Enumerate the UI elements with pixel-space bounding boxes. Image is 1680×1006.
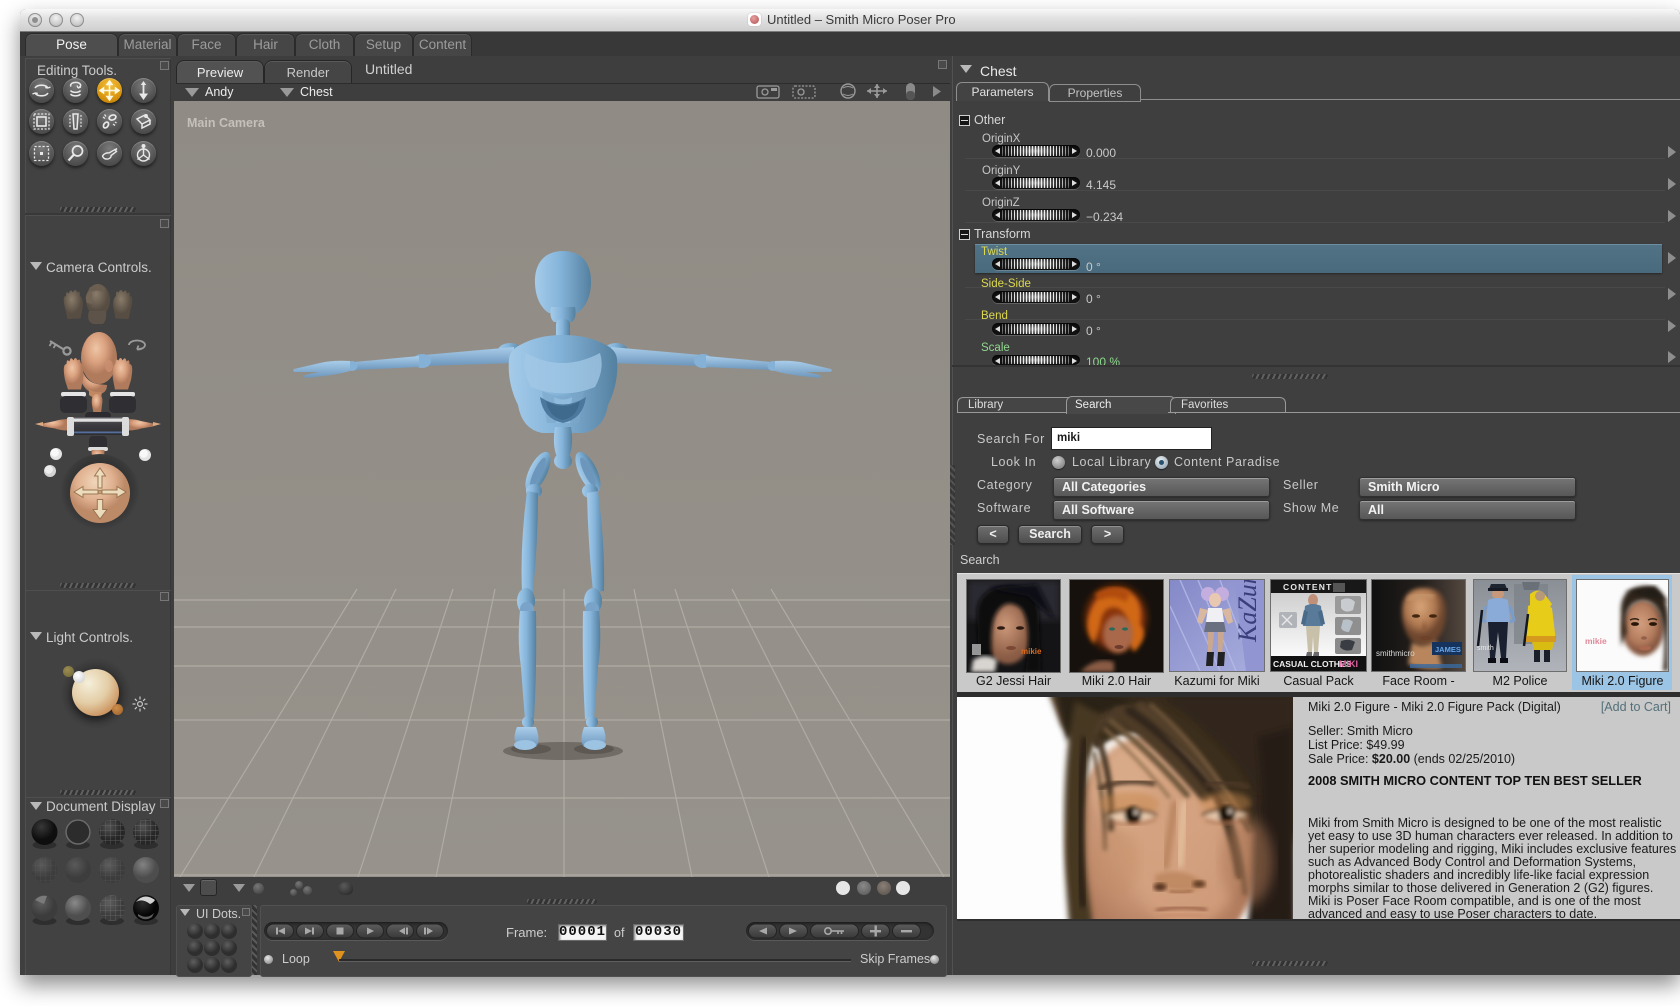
svg-text:smith: smith	[1477, 645, 1494, 652]
svg-text:KaZumi: KaZumi	[1233, 580, 1262, 643]
svg-text:smithmicro: smithmicro	[1376, 649, 1415, 658]
svg-text:mikie: mikie	[1021, 647, 1042, 656]
svg-text:mikie: mikie	[1585, 636, 1607, 646]
svg-text:Main Camera: Main Camera	[187, 116, 266, 130]
svg-text:CONTENT: CONTENT	[1283, 582, 1332, 592]
svg-text:JAMES: JAMES	[1435, 645, 1461, 654]
svg-text:MIKI: MIKI	[1339, 659, 1358, 669]
